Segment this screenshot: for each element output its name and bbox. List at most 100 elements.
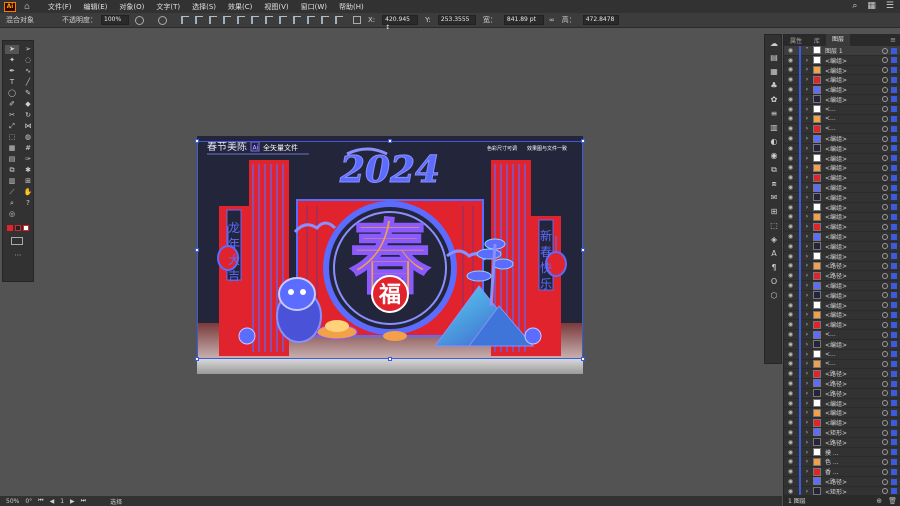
pathfinder-icon[interactable]: ◈ [768, 234, 780, 245]
selection-indicator[interactable] [891, 409, 897, 416]
target-icon[interactable] [882, 458, 888, 465]
eye-icon[interactable]: ◉ [786, 360, 795, 367]
selection-indicator[interactable] [891, 370, 897, 377]
target-icon[interactable] [882, 96, 888, 103]
handle-bc[interactable] [388, 357, 392, 361]
help-icon[interactable]: ? [21, 199, 35, 208]
chevron-right-icon[interactable]: › [803, 302, 811, 309]
handle-br[interactable] [581, 357, 585, 361]
properties-icon[interactable]: ▤ [768, 52, 780, 63]
chevron-right-icon[interactable]: › [803, 311, 811, 318]
layer-row[interactable]: ◉ › <编组> [784, 290, 900, 301]
selection-indicator[interactable] [891, 272, 897, 279]
chevron-right-icon[interactable]: › [803, 321, 811, 328]
artboard-nav-last-icon[interactable]: ⏭ [81, 497, 86, 505]
menu-edit[interactable]: 编辑(E) [84, 2, 108, 12]
target-icon[interactable] [882, 468, 888, 475]
zoom-tool-icon[interactable]: ⌕ [5, 199, 19, 208]
eye-icon[interactable]: ◉ [786, 341, 795, 348]
layer-row[interactable]: ◉ › <路径> [784, 368, 900, 380]
layer-row[interactable]: ◉ › <编组> [784, 65, 900, 76]
eye-icon[interactable]: ◉ [786, 233, 795, 240]
chevron-right-icon[interactable]: › [803, 272, 811, 279]
selection-indicator[interactable] [891, 135, 897, 142]
global-edit-icon[interactable] [158, 15, 167, 25]
target-icon[interactable] [882, 302, 888, 309]
layer-row[interactable]: ◉ › 摸 ... [784, 447, 900, 458]
selection-indicator[interactable] [891, 184, 897, 191]
selection-indicator[interactable] [891, 116, 897, 123]
panel-menu-icon[interactable]: ≡ [890, 36, 896, 44]
target-icon[interactable] [882, 86, 888, 93]
eye-icon[interactable]: ◉ [786, 115, 795, 122]
width-tool-icon[interactable]: ⋈ [21, 122, 35, 131]
chevron-right-icon[interactable]: › [803, 213, 811, 220]
layer-row[interactable]: ◉ › <编组> [784, 417, 900, 429]
eye-icon[interactable]: ◉ [786, 321, 795, 328]
layer-row[interactable]: ◉ › <编组> [784, 407, 900, 419]
opentype-icon[interactable]: O [768, 276, 780, 287]
handle-bl[interactable] [195, 357, 199, 361]
align-top-icon[interactable] [223, 16, 231, 24]
3d-icon[interactable]: ⬡ [768, 290, 780, 301]
eye-icon[interactable]: ◉ [786, 47, 795, 54]
eye-icon[interactable]: ◉ [786, 458, 795, 465]
target-icon[interactable] [882, 272, 888, 279]
selection-indicator[interactable] [891, 233, 897, 240]
chevron-right-icon[interactable]: › [803, 449, 811, 456]
selection-indicator[interactable] [891, 390, 897, 397]
chevron-right-icon[interactable]: › [803, 233, 811, 240]
magic-wand-tool-icon[interactable]: ✦ [5, 56, 19, 65]
eye-icon[interactable]: ◉ [786, 106, 795, 113]
chevron-right-icon[interactable]: › [803, 390, 811, 397]
chevron-right-icon[interactable]: › [803, 262, 811, 269]
stroke-swatch[interactable] [15, 225, 21, 231]
h-field[interactable]: 472.8478 [582, 15, 619, 25]
align-left-icon[interactable] [181, 16, 189, 24]
selection-indicator[interactable] [891, 57, 897, 64]
pen-tool-icon[interactable]: ✒ [5, 67, 19, 76]
target-icon[interactable] [882, 223, 888, 230]
selection-indicator[interactable] [891, 282, 897, 289]
artboard-nav-prev-icon[interactable]: ◀ [50, 498, 55, 505]
layer-row[interactable]: ◉ › <编组> [784, 143, 900, 154]
chevron-right-icon[interactable]: › [803, 419, 811, 426]
more-tools-icon[interactable]: ⋯ [11, 251, 25, 260]
transparency-icon[interactable]: ◐ [768, 136, 780, 147]
target-icon[interactable] [882, 145, 888, 152]
menu-object[interactable]: 对象(O) [119, 2, 144, 12]
align-vcenter-icon[interactable] [237, 16, 245, 24]
chevron-right-icon[interactable]: › [803, 458, 811, 465]
layer-row[interactable]: ◉ › 色 ... [784, 456, 900, 468]
target-icon[interactable] [882, 155, 888, 162]
selection-indicator[interactable] [891, 361, 897, 367]
chevron-right-icon[interactable]: › [803, 155, 811, 162]
blend-tool-icon[interactable]: ⧉ [5, 166, 19, 175]
layer-row[interactable]: ◉ › <... [784, 114, 900, 125]
target-icon[interactable] [882, 380, 888, 387]
chevron-right-icon[interactable]: › [803, 488, 811, 495]
direct-selection-tool-icon[interactable]: ➢ [21, 45, 35, 54]
hand-tool-icon[interactable]: ✋ [21, 188, 35, 197]
target-icon[interactable] [882, 125, 888, 132]
chevron-right-icon[interactable]: › [803, 223, 811, 230]
eye-icon[interactable]: ◉ [786, 213, 795, 220]
new-layer-icon[interactable]: ⊕ [876, 497, 882, 505]
selection-indicator[interactable] [891, 419, 897, 426]
y-field[interactable]: 253.3555 [437, 15, 476, 25]
layer-row[interactable]: ◉ › <编组> [784, 300, 900, 311]
target-icon[interactable] [882, 341, 888, 348]
w-field[interactable]: 841.89 pt [503, 15, 544, 25]
chevron-right-icon[interactable]: › [803, 96, 811, 103]
distribute-left-icon[interactable] [265, 16, 273, 24]
none-swatch[interactable] [23, 225, 29, 231]
chevron-right-icon[interactable]: › [803, 370, 811, 377]
lasso-tool-icon[interactable]: ◌ [21, 56, 35, 65]
eye-icon[interactable]: ◉ [786, 380, 795, 387]
eye-icon[interactable]: ◉ [786, 164, 795, 171]
selection-indicator[interactable] [891, 165, 897, 172]
menu-select[interactable]: 选择(S) [192, 2, 216, 12]
chevron-right-icon[interactable]: › [803, 145, 811, 152]
target-icon[interactable] [882, 361, 888, 367]
selection-indicator[interactable] [891, 125, 897, 132]
